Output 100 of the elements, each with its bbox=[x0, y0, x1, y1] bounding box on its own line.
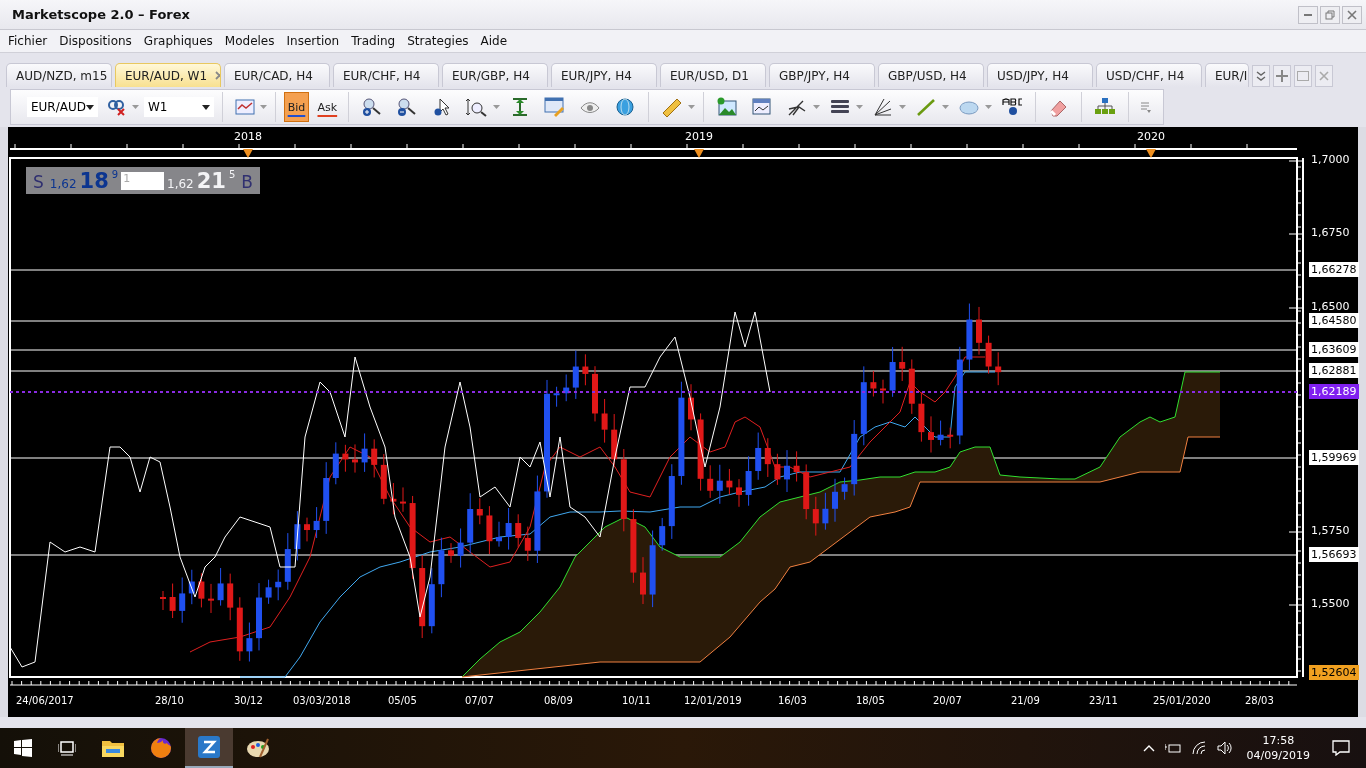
menu-item[interactable]: Aide bbox=[474, 34, 514, 48]
magnifier-icon[interactable] bbox=[466, 97, 489, 117]
chart-tab[interactable]: EUR/I bbox=[1205, 63, 1249, 87]
date-label: 03/03/2018 bbox=[293, 695, 351, 706]
buy-price-fraction: 5 bbox=[228, 169, 236, 180]
caret-icon[interactable] bbox=[493, 105, 501, 109]
globe-icon[interactable] bbox=[614, 97, 637, 117]
chart-tab[interactable]: EUR/JPY, H4 bbox=[551, 63, 657, 87]
chart-tab[interactable]: USD/CHF, H4 bbox=[1096, 63, 1202, 87]
timeframe-dropdown[interactable]: W1 bbox=[144, 97, 214, 117]
link-icon[interactable] bbox=[107, 98, 127, 116]
date-label: 16/03 bbox=[778, 695, 807, 706]
edit-window-icon[interactable] bbox=[544, 97, 567, 117]
price-mode-button[interactable]: Bid bbox=[283, 92, 310, 122]
chart-tab[interactable]: EUR/CAD, H4 bbox=[224, 63, 330, 87]
price-tick-label: 1,6500 bbox=[1311, 300, 1350, 313]
chart-tab[interactable]: GBP/USD, H4 bbox=[878, 63, 984, 87]
overflow-menu-icon[interactable] bbox=[1141, 101, 1152, 113]
price-tick-label: 1,6750 bbox=[1311, 226, 1350, 239]
menu-item[interactable]: Insertion bbox=[280, 34, 346, 48]
chart-tab[interactable]: EUR/CHF, H4 bbox=[333, 63, 439, 87]
caret-icon[interactable] bbox=[898, 105, 906, 109]
price-level-label: 1,66278 bbox=[1309, 262, 1359, 277]
task-view-icon[interactable] bbox=[58, 740, 76, 756]
menu-item[interactable]: Graphiques bbox=[137, 34, 219, 48]
caret-icon[interactable] bbox=[812, 105, 820, 109]
year-marker-icon bbox=[694, 149, 704, 158]
sell-price-fraction: 9 bbox=[111, 169, 119, 180]
clock-time: 17:58 bbox=[1262, 733, 1295, 748]
date-label: 20/07 bbox=[933, 695, 962, 706]
price-tick-label: 1,5750 bbox=[1311, 524, 1350, 537]
chart-tab[interactable]: AUD/NZD, m15 bbox=[6, 63, 112, 87]
restore-button[interactable] bbox=[1320, 5, 1340, 24]
menu-item[interactable]: Fichier bbox=[2, 34, 54, 48]
sell-price-prefix: 1,62 bbox=[49, 177, 77, 191]
chevron-up-icon[interactable] bbox=[1142, 744, 1155, 752]
caret-icon[interactable] bbox=[984, 105, 992, 109]
year-marker-icon bbox=[1146, 149, 1156, 158]
low-price-label: 1,52604 bbox=[1309, 665, 1359, 680]
maximize-icon bbox=[1297, 71, 1309, 81]
caret-icon[interactable] bbox=[259, 105, 267, 109]
hierarchy-icon[interactable] bbox=[1094, 97, 1117, 117]
chart-tab[interactable]: EUR/GBP, H4 bbox=[442, 63, 548, 87]
menu-item[interactable]: Strategies bbox=[401, 34, 475, 48]
year-label: 2019 bbox=[685, 130, 713, 143]
caret-icon[interactable] bbox=[855, 105, 863, 109]
app-z-icon bbox=[198, 736, 220, 758]
more-tabs-button[interactable] bbox=[1252, 65, 1270, 87]
menu-item[interactable]: Dispositions bbox=[53, 34, 138, 48]
chart-tab[interactable]: EUR/USD, D1 bbox=[660, 63, 766, 87]
date-label: 25/01/2020 bbox=[1153, 695, 1211, 706]
battery-icon[interactable] bbox=[1164, 742, 1181, 754]
date-label: 30/12 bbox=[234, 695, 263, 706]
folder-icon[interactable] bbox=[102, 739, 124, 757]
caret-icon[interactable] bbox=[687, 105, 695, 109]
clock[interactable]: 17:58 04/09/2019 bbox=[1246, 733, 1310, 763]
price-tick-label: 1,7000 bbox=[1311, 153, 1350, 166]
chart-tab[interactable]: EUR/AUD, W1 bbox=[115, 63, 221, 87]
year-label: 2020 bbox=[1137, 130, 1165, 143]
speaker-icon[interactable] bbox=[1216, 741, 1233, 755]
price-level-label: 1,56693 bbox=[1309, 547, 1359, 562]
close-icon bbox=[1319, 71, 1329, 81]
browser-icon[interactable] bbox=[150, 737, 172, 759]
minimize-button[interactable] bbox=[1298, 5, 1318, 24]
date-label: 28/03 bbox=[1245, 695, 1274, 706]
price-level-label: 1,62881 bbox=[1309, 363, 1359, 378]
windows-start-icon[interactable] bbox=[14, 739, 32, 757]
add-text-icon[interactable] bbox=[1000, 97, 1023, 117]
caret-icon bbox=[86, 104, 94, 110]
add-image-icon[interactable] bbox=[715, 97, 738, 117]
caret-icon[interactable] bbox=[941, 105, 949, 109]
date-label: 07/07 bbox=[465, 695, 494, 706]
symbol-dropdown[interactable]: EUR/AUD bbox=[27, 97, 98, 117]
active-app-button[interactable] bbox=[185, 728, 233, 768]
date-label: 05/05 bbox=[388, 695, 417, 706]
chart-window-icon[interactable] bbox=[234, 98, 255, 116]
caret-icon bbox=[201, 104, 210, 110]
wifi-icon[interactable] bbox=[1190, 741, 1207, 755]
menu-item[interactable]: Modeles bbox=[218, 34, 281, 48]
notification-icon[interactable] bbox=[1332, 740, 1350, 756]
chart-tab[interactable]: GBP/JPY, H4 bbox=[769, 63, 875, 87]
sell-price-pips: 18 bbox=[79, 169, 109, 193]
buy-price-prefix: 1,62 bbox=[167, 177, 194, 191]
add-tab-button[interactable] bbox=[1273, 65, 1291, 87]
year-marker-icon bbox=[243, 149, 253, 158]
price-mode-button[interactable]: Ask bbox=[314, 92, 341, 122]
ruler-icon[interactable] bbox=[660, 97, 683, 117]
paint-palette-icon[interactable] bbox=[246, 737, 270, 759]
price-level-label: 1,63609 bbox=[1309, 342, 1359, 357]
date-label: 12/01/2019 bbox=[684, 695, 742, 706]
chart-tab[interactable]: USD/JPY, H4 bbox=[987, 63, 1093, 87]
minimize-icon bbox=[1304, 13, 1312, 16]
year-label: 2018 bbox=[234, 130, 262, 143]
double-chevron-icon bbox=[1256, 70, 1266, 82]
menu-item[interactable]: Trading bbox=[345, 34, 402, 48]
date-label: 21/09 bbox=[1011, 695, 1040, 706]
restore-icon bbox=[1325, 9, 1335, 20]
caret-icon[interactable] bbox=[132, 105, 139, 109]
close-button[interactable] bbox=[1342, 5, 1362, 24]
window-chart-icon[interactable] bbox=[750, 97, 773, 117]
